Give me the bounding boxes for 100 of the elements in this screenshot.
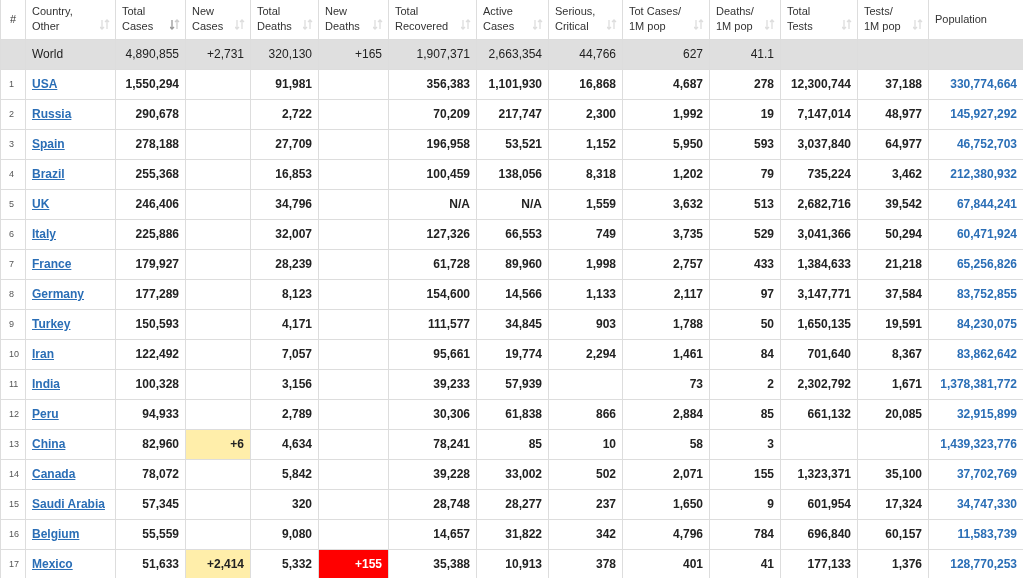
column-header[interactable]: Total Cases xyxy=(115,0,186,39)
country-link[interactable]: Turkey xyxy=(32,317,71,331)
table-cell: 138,056 xyxy=(498,167,542,181)
table-cell: 1,992 xyxy=(672,107,703,121)
rank-number: 8 xyxy=(9,289,14,299)
column-header[interactable]: Country, Other xyxy=(25,0,116,39)
country-link[interactable]: USA xyxy=(32,77,58,91)
table-cell: 1,384,633 xyxy=(797,257,851,271)
column-header[interactable]: New Deaths xyxy=(318,0,389,39)
sort-icon xyxy=(842,18,852,30)
rank-number: 15 xyxy=(9,499,19,509)
rank-number: 12 xyxy=(9,409,19,419)
sort-icon xyxy=(913,18,923,30)
table-cell: 48,977 xyxy=(885,107,922,121)
table-cell: 196,958 xyxy=(426,137,470,151)
country-link[interactable]: UK xyxy=(32,197,50,211)
table-cell: 1,788 xyxy=(672,317,703,331)
table-cell: 2,294 xyxy=(585,347,616,361)
table-cell: 70,209 xyxy=(433,107,470,121)
rank-number: 2 xyxy=(9,109,14,119)
table-cell: 100,328 xyxy=(135,377,179,391)
table-cell: +165 xyxy=(354,47,382,61)
column-header[interactable]: Total Deaths xyxy=(250,0,319,39)
table-cell: 57,939 xyxy=(505,377,542,391)
sort-icon xyxy=(694,18,704,30)
table-cell: 84,230,075 xyxy=(956,317,1017,331)
column-header[interactable]: Total Recovered xyxy=(388,0,477,39)
table-cell: 320,130 xyxy=(268,47,312,61)
table-cell: 28,277 xyxy=(505,497,542,511)
table-cell: 39,233 xyxy=(433,377,470,391)
table-cell: 27,709 xyxy=(275,137,312,151)
country-link[interactable]: Brazil xyxy=(32,167,65,181)
table-cell: 593 xyxy=(753,137,774,151)
table-cell: 4,171 xyxy=(281,317,312,331)
country-link[interactable]: Spain xyxy=(32,137,65,151)
table-cell: 61,838 xyxy=(505,407,542,421)
table-cell: 21,218 xyxy=(885,257,922,271)
rank-number: 13 xyxy=(9,439,19,449)
table-cell: 212,380,932 xyxy=(950,167,1017,181)
table-cell: 30,306 xyxy=(433,407,470,421)
column-header[interactable]: Active Cases xyxy=(476,0,549,39)
table-cell: 1,550,294 xyxy=(125,77,179,91)
table-cell: 35,100 xyxy=(885,467,922,481)
table-cell: 1,461 xyxy=(672,347,703,361)
rank-number: 5 xyxy=(9,199,14,209)
table-cell: 356,383 xyxy=(426,77,470,91)
table-cell: 5,332 xyxy=(281,557,312,571)
column-header[interactable]: Deaths/ 1M pop xyxy=(709,0,781,39)
table-cell: 2,789 xyxy=(281,407,312,421)
column-header[interactable]: Tot Cases/ 1M pop xyxy=(622,0,710,39)
country-link[interactable]: China xyxy=(32,437,66,451)
highlighted-cell: +155 xyxy=(318,549,389,578)
table-cell: 17,324 xyxy=(885,497,922,511)
country-link[interactable]: Iran xyxy=(32,347,54,361)
table-cell: 150,593 xyxy=(135,317,179,331)
table-cell: 37,188 xyxy=(885,77,922,91)
table-cell: 278 xyxy=(753,77,774,91)
table-cell: 50,294 xyxy=(885,227,922,241)
column-header[interactable]: Tests/ 1M pop xyxy=(857,0,929,39)
column-header[interactable]: Total Tests xyxy=(780,0,858,39)
column-header[interactable]: Population xyxy=(928,0,1023,39)
table-cell: 701,640 xyxy=(807,347,851,361)
table-cell: 529 xyxy=(753,227,774,241)
table-cell: 32,007 xyxy=(275,227,312,241)
table-cell: 3,735 xyxy=(672,227,703,241)
table-cell: 91,981 xyxy=(275,77,312,91)
table-cell: 378 xyxy=(595,557,616,571)
table-cell: 28,239 xyxy=(275,257,312,271)
table-cell: 3,462 xyxy=(891,167,922,181)
country-link[interactable]: India xyxy=(32,377,60,391)
table-cell: 2,884 xyxy=(672,407,703,421)
table-cell: 67,844,241 xyxy=(956,197,1017,211)
table-cell: 177,133 xyxy=(807,557,851,571)
sort-icon xyxy=(765,18,775,30)
table-cell: 1,323,371 xyxy=(797,467,851,481)
table-cell: 85 xyxy=(760,407,774,421)
table-cell: 4,796 xyxy=(672,527,703,541)
table-cell: 44,766 xyxy=(579,47,616,61)
country-link[interactable]: Italy xyxy=(32,227,56,241)
table-cell: 278,188 xyxy=(135,137,179,151)
table-cell: 37,702,769 xyxy=(956,467,1017,481)
rank-number: 10 xyxy=(9,349,19,359)
table-cell: 32,915,899 xyxy=(956,407,1017,421)
column-header[interactable]: Serious, Critical xyxy=(548,0,623,39)
table-cell: 3,041,366 xyxy=(797,227,851,241)
country-link[interactable]: Peru xyxy=(32,407,59,421)
table-cell: 84 xyxy=(760,347,774,361)
column-header[interactable]: # xyxy=(0,0,26,39)
table-cell: 225,886 xyxy=(135,227,179,241)
table-cell: 94,933 xyxy=(142,407,179,421)
table-cell: 39,228 xyxy=(433,467,470,481)
table-cell: 255,368 xyxy=(135,167,179,181)
rank-number: 17 xyxy=(9,559,19,569)
table-cell: 28,748 xyxy=(433,497,470,511)
table-cell: 89,960 xyxy=(505,257,542,271)
table-cell: 66,553 xyxy=(505,227,542,241)
table-cell: 34,845 xyxy=(505,317,542,331)
column-header[interactable]: New Cases xyxy=(185,0,251,39)
table-cell: 60,157 xyxy=(885,527,922,541)
table-cell: 1,559 xyxy=(585,197,616,211)
